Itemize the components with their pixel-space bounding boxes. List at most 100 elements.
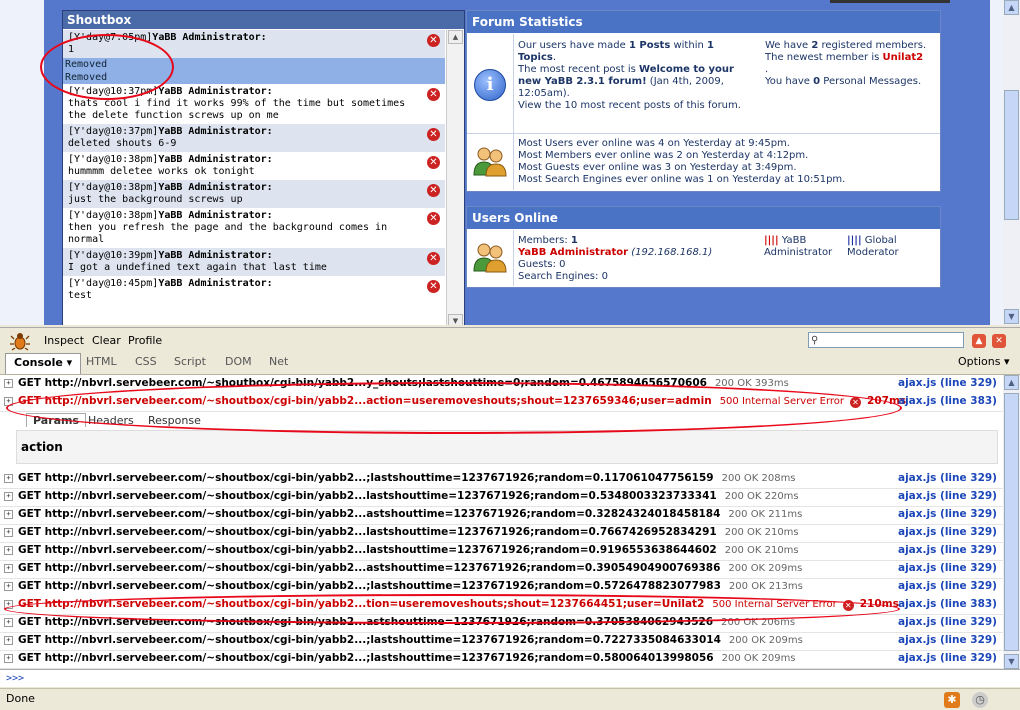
- console-scrollbar[interactable]: ▲ ▼: [1003, 375, 1020, 669]
- shout-author[interactable]: YaBB Administrator:: [158, 154, 272, 165]
- page-scroll-thumb[interactable]: [1004, 90, 1019, 220]
- page-scroll-down-icon[interactable]: ▼: [1004, 309, 1019, 324]
- command-line-input[interactable]: >>>: [0, 669, 1020, 687]
- request-line[interactable]: GET http://nbvrl.servebeer.com/~shoutbox…: [18, 578, 803, 595]
- expand-toggle-icon[interactable]: +: [4, 654, 13, 663]
- console-request-row[interactable]: + GET http://nbvrl.servebeer.com/~shoutbo…: [0, 542, 1003, 561]
- expand-toggle-icon[interactable]: +: [4, 546, 13, 555]
- shout-author[interactable]: YaBB Administrator:: [152, 32, 266, 43]
- firebug-bug-icon[interactable]: [10, 331, 30, 351]
- source-link[interactable]: ajax.js (line 329): [898, 375, 997, 392]
- console-scroll-up-icon[interactable]: ▲: [1004, 375, 1019, 390]
- request-line[interactable]: GET http://nbvrl.servebeer.com/~shoutbox…: [18, 560, 802, 577]
- expand-toggle-icon[interactable]: +: [4, 492, 13, 501]
- console-request-row[interactable]: + GET http://nbvrl.servebeer.com/~shoutbo…: [0, 506, 1003, 525]
- source-link[interactable]: ajax.js (line 329): [898, 614, 997, 631]
- source-link[interactable]: ajax.js (line 329): [898, 488, 997, 505]
- console-request-row[interactable]: + GET http://nbvrl.servebeer.com/~shoutbo…: [0, 524, 1003, 543]
- firebug-status-icon[interactable]: ✱: [944, 692, 960, 708]
- shout-author[interactable]: YaBB Administrator:: [158, 126, 272, 137]
- console-scroll-thumb[interactable]: [1004, 393, 1019, 651]
- console-request-row[interactable]: + GET http://nbvrl.servebeer.com/~shoutbo…: [0, 560, 1003, 579]
- addon-status-icon[interactable]: ◷: [972, 692, 988, 708]
- tab-console[interactable]: Console ▾: [5, 353, 82, 374]
- source-link[interactable]: ajax.js (line 383): [898, 393, 997, 410]
- clear-button[interactable]: Clear: [92, 334, 121, 347]
- delete-shout-icon[interactable]: ✕: [427, 34, 440, 47]
- tab-css[interactable]: CSS: [135, 355, 157, 368]
- expand-toggle-icon[interactable]: +: [4, 564, 13, 573]
- source-link[interactable]: ajax.js (line 329): [898, 560, 997, 577]
- request-line[interactable]: GET http://nbvrl.servebeer.com/~shoutbox…: [18, 650, 796, 667]
- source-link[interactable]: ajax.js (line 329): [898, 650, 997, 667]
- posts-count: 1 Posts: [628, 40, 671, 51]
- page-scrollbar[interactable]: ▲ ▼: [1003, 0, 1020, 325]
- close-icon[interactable]: ✕: [992, 334, 1006, 348]
- expand-toggle-icon[interactable]: +: [4, 379, 13, 388]
- delete-shout-icon[interactable]: ✕: [427, 252, 440, 265]
- request-line[interactable]: GET http://nbvrl.servebeer.com/~shoutbox…: [18, 524, 799, 541]
- shoutbox-scrollbar[interactable]: ▲ ▼: [446, 30, 464, 325]
- shout-author[interactable]: YaBB Administrator:: [158, 210, 272, 221]
- source-link[interactable]: ajax.js (line 329): [898, 470, 997, 487]
- minimize-icon[interactable]: ▲: [972, 334, 986, 348]
- page-scroll-up-icon[interactable]: ▲: [1004, 0, 1019, 15]
- source-link[interactable]: ajax.js (line 329): [898, 506, 997, 523]
- params-box: action: [16, 430, 998, 464]
- console-request-row[interactable]: + GET http://nbvrl.servebeer.com/~shoutbo…: [0, 470, 1003, 489]
- most-search-engines-online: Most Search Engines ever online was 1 on…: [518, 174, 846, 185]
- profile-button[interactable]: Profile: [128, 334, 162, 347]
- delete-shout-icon[interactable]: ✕: [427, 156, 440, 169]
- request-line[interactable]: GET http://nbvrl.servebeer.com/~shoutbox…: [18, 488, 799, 505]
- view-recent-posts-link[interactable]: View the 10 most recent posts of this fo…: [518, 100, 741, 111]
- tab-html[interactable]: HTML: [86, 355, 117, 368]
- delete-shout-icon[interactable]: ✕: [427, 184, 440, 197]
- online-admin-link[interactable]: YaBB Administrator: [518, 247, 628, 258]
- moderator-color-bars-icon: ||||: [847, 235, 862, 246]
- delete-shout-icon[interactable]: ✕: [427, 128, 440, 141]
- source-link[interactable]: ajax.js (line 329): [898, 542, 997, 559]
- expand-toggle-icon[interactable]: +: [4, 510, 13, 519]
- source-link[interactable]: ajax.js (line 383): [898, 596, 997, 613]
- newest-member-text: The newest member is: [765, 52, 883, 63]
- options-menu[interactable]: Options ▾: [958, 355, 1009, 368]
- info-icon: i: [474, 69, 506, 101]
- request-status: 200 OK 209ms: [721, 653, 796, 664]
- posts-summary: Our users have made 1 Posts within 1 Top…: [518, 40, 741, 111]
- page-left-margin: [0, 0, 44, 325]
- expand-toggle-icon[interactable]: +: [4, 528, 13, 537]
- request-line[interactable]: GET http://nbvrl.servebeer.com/~shoutbox…: [18, 542, 799, 559]
- shout-author[interactable]: YaBB Administrator:: [158, 86, 272, 97]
- firebug-search-input[interactable]: ⚲: [808, 332, 964, 348]
- inspect-button[interactable]: Inspect: [44, 334, 84, 347]
- expand-toggle-icon[interactable]: +: [4, 582, 13, 591]
- most-members-online: Most Members ever online was 2 on Yester…: [518, 150, 809, 161]
- console-request-row[interactable]: + GET http://nbvrl.servebeer.com/~shoutbo…: [0, 632, 1003, 651]
- console-request-row[interactable]: + GET http://nbvrl.servebeer.com/~shoutbo…: [0, 488, 1003, 507]
- console-scroll-down-icon[interactable]: ▼: [1004, 654, 1019, 669]
- request-line[interactable]: GET http://nbvrl.servebeer.com/~shoutbox…: [18, 506, 802, 523]
- shout-author[interactable]: YaBB Administrator:: [158, 182, 272, 193]
- search-icon: ⚲: [811, 335, 819, 346]
- source-link[interactable]: ajax.js (line 329): [898, 578, 997, 595]
- delete-shout-icon[interactable]: ✕: [427, 212, 440, 225]
- console-request-row[interactable]: + GET http://nbvrl.servebeer.com/~shoutbo…: [0, 650, 1003, 669]
- newest-member-link[interactable]: Unilat2: [883, 52, 924, 63]
- tab-script[interactable]: Script: [174, 355, 206, 368]
- request-line[interactable]: GET http://nbvrl.servebeer.com/~shoutbox…: [18, 632, 803, 649]
- expand-toggle-icon[interactable]: +: [4, 474, 13, 483]
- scroll-up-arrow-icon[interactable]: ▲: [448, 30, 463, 44]
- request-line[interactable]: GET http://nbvrl.servebeer.com/~shoutbox…: [18, 470, 796, 487]
- delete-shout-icon[interactable]: ✕: [427, 88, 440, 101]
- expand-toggle-icon[interactable]: +: [4, 618, 13, 627]
- delete-shout-icon[interactable]: ✕: [427, 280, 440, 293]
- scroll-down-arrow-icon[interactable]: ▼: [448, 314, 463, 325]
- tab-net[interactable]: Net: [269, 355, 288, 368]
- shout-author[interactable]: YaBB Administrator:: [158, 250, 272, 261]
- tab-dom[interactable]: DOM: [225, 355, 252, 368]
- shout-item: [Y'day@10:37pm]YaBB Administrator: delete…: [63, 124, 445, 152]
- source-link[interactable]: ajax.js (line 329): [898, 632, 997, 649]
- source-link[interactable]: ajax.js (line 329): [898, 524, 997, 541]
- shout-author[interactable]: YaBB Administrator:: [158, 278, 272, 289]
- expand-toggle-icon[interactable]: +: [4, 636, 13, 645]
